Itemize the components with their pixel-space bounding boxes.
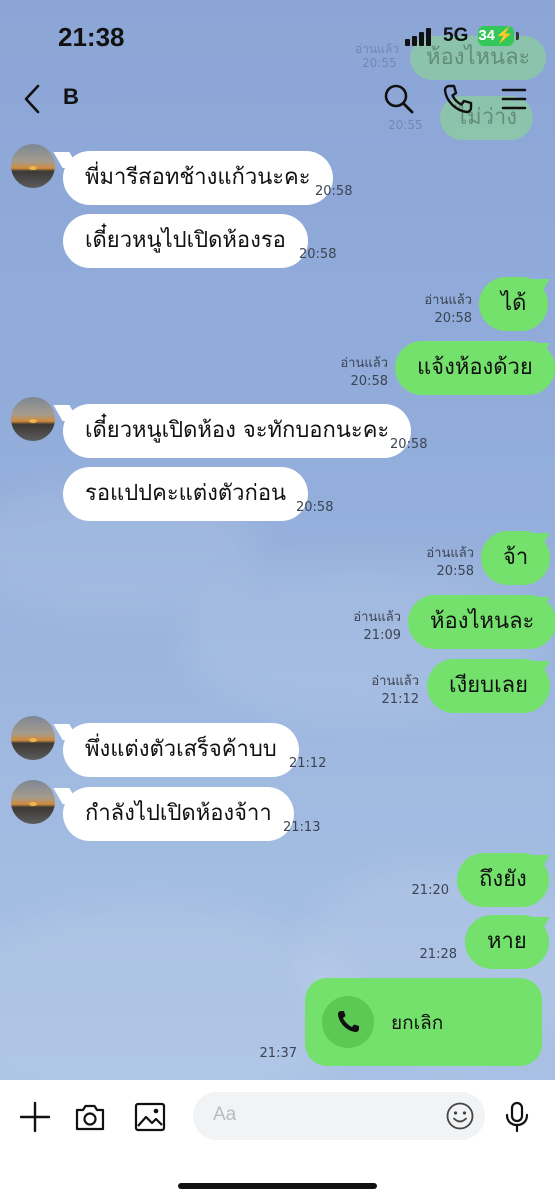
call-icon-circle [322, 996, 374, 1048]
message-time: 21:13 [283, 820, 321, 835]
signal-icon [405, 28, 435, 46]
search-icon[interactable] [382, 82, 416, 116]
incoming-message[interactable]: เดี๋ยวหนูไปเปิดห้องรอ [63, 214, 308, 268]
message-time: 21:12 [289, 756, 327, 771]
message-time: 21:09 [363, 628, 401, 643]
read-receipt: อ่านแล้ว [371, 674, 419, 689]
emoji-icon[interactable] [445, 1101, 475, 1131]
incoming-message[interactable]: เดี๋ยวหนูเปิดห้อง จะทักบอกนะคะ [63, 404, 412, 458]
message-input[interactable]: Aa [193, 1092, 485, 1140]
read-receipt: อ่านแล้ว [353, 610, 401, 625]
call-cancelled-bubble[interactable]: ยกเลิก [305, 978, 542, 1066]
read-receipt: อ่านแล้ว [340, 356, 388, 371]
back-icon[interactable] [16, 82, 50, 116]
chat-header: B [0, 70, 555, 128]
menu-icon[interactable] [497, 82, 531, 116]
read-receipt: อ่านแล้ว [426, 546, 474, 561]
phone-icon[interactable] [441, 82, 475, 116]
message-time: 21:12 [381, 692, 419, 707]
phone-icon [338, 1011, 359, 1032]
chat-title[interactable]: B [63, 84, 79, 110]
message-time: 20:58 [434, 311, 472, 326]
message-time: 20:58 [350, 374, 388, 389]
battery-tip [516, 32, 519, 40]
incoming-message[interactable]: กำลังไปเปิดห้องจ้าา [63, 787, 294, 841]
battery-level: 34 [478, 27, 495, 44]
battery-icon: 34⚡ [478, 26, 514, 46]
microphone-icon[interactable] [500, 1100, 534, 1134]
incoming-message[interactable]: รอแปปคะแต่งตัวก่อน [63, 467, 309, 521]
contact-avatar[interactable] [11, 716, 55, 760]
message-time: 20:58 [390, 437, 428, 452]
incoming-message[interactable]: พึ่งแต่งตัวเสร็จค้าบบ [63, 723, 299, 777]
incoming-message[interactable]: พี่มารีสอทช้างแก้วนะคะ [63, 151, 333, 205]
message-time: 20:58 [296, 500, 334, 515]
contact-avatar[interactable] [11, 780, 55, 824]
network-label: 5G [443, 25, 469, 46]
call-time: 21:37 [259, 1046, 297, 1061]
message-time: 21:28 [419, 947, 457, 962]
contact-avatar[interactable] [11, 397, 55, 441]
message-time: 21:20 [411, 883, 449, 898]
read-receipt: อ่านแล้ว [424, 293, 472, 308]
contact-avatar[interactable] [11, 144, 55, 188]
message-time: 20:58 [299, 247, 337, 262]
plus-icon[interactable] [18, 1100, 52, 1134]
home-indicator [178, 1183, 377, 1189]
message-time: 20:58 [315, 184, 353, 199]
message-time: 20:58 [436, 564, 474, 579]
input-placeholder: Aa [213, 1104, 237, 1125]
status-bar: 21:38 5G 34⚡ [0, 0, 555, 70]
status-time: 21:38 [58, 22, 125, 52]
image-icon[interactable] [133, 1100, 167, 1134]
input-bar: Aa [0, 1080, 555, 1200]
camera-icon[interactable] [73, 1100, 107, 1134]
call-label: ยกเลิก [391, 1012, 444, 1034]
